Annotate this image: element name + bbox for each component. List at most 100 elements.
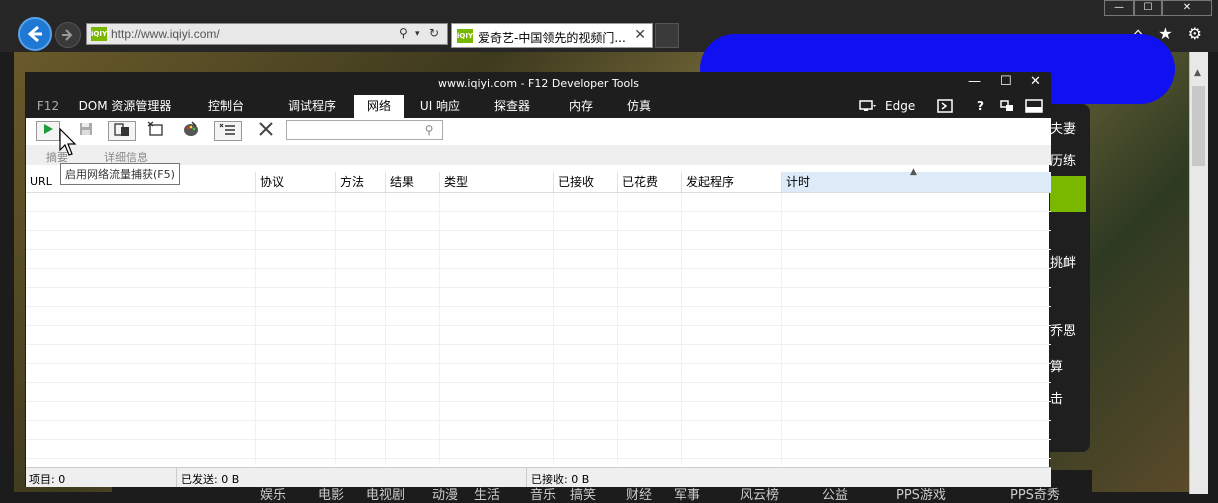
- start-capture-button[interactable]: [36, 121, 60, 141]
- forward-arrow-icon: [62, 29, 73, 41]
- page-side-text[interactable]: 挑衅: [1050, 252, 1076, 271]
- tab-network[interactable]: 网络: [354, 95, 404, 118]
- search-icon[interactable]: ⚲: [399, 26, 408, 40]
- page-side-text[interactable]: 夫妻: [1050, 118, 1076, 137]
- grid-row-divider: [26, 306, 1051, 307]
- page-right-panel: 夫妻 历练 挑衅 乔恩 算 击: [1050, 104, 1090, 452]
- network-grid-body: [26, 193, 1051, 465]
- dock-icon[interactable]: [1025, 99, 1043, 116]
- address-bar[interactable]: iQIYI http://www.iqiyi.com/ ⚲ ▾ ↻: [86, 23, 448, 45]
- capture-tooltip: 启用网络流量捕获(F5): [60, 163, 180, 185]
- page-side-highlight: [1050, 176, 1086, 212]
- back-arrow-icon: [27, 25, 42, 43]
- grid-row-divider: [26, 249, 1051, 250]
- mouse-cursor-icon: [59, 128, 77, 156]
- page-side-text[interactable]: 乔恩: [1050, 320, 1076, 339]
- clear-entries-icon: [147, 121, 163, 136]
- tab-profiler[interactable]: 探查器: [484, 95, 540, 118]
- grid-row-divider: [26, 287, 1051, 288]
- tab-f12[interactable]: F12: [30, 95, 66, 118]
- address-url[interactable]: http://www.iqiyi.com/: [111, 27, 220, 41]
- grid-column-divider: [617, 193, 618, 465]
- column-type[interactable]: 类型: [439, 172, 553, 192]
- help-icon[interactable]: ?: [977, 99, 984, 113]
- site-favicon: iQIYI: [91, 27, 110, 41]
- grid-row-divider: [26, 344, 1051, 345]
- clear-session-button[interactable]: [254, 121, 278, 141]
- grid-row-divider: [26, 230, 1051, 231]
- tab-console[interactable]: 控制台: [194, 95, 258, 118]
- minimize-button[interactable]: —: [1104, 0, 1134, 16]
- play-icon: [44, 124, 53, 134]
- devtools-minimize-button[interactable]: —: [968, 74, 981, 89]
- new-tab-button[interactable]: [655, 23, 679, 48]
- dropdown-icon[interactable]: ▾: [415, 29, 420, 39]
- emulation-mode[interactable]: Edge: [885, 99, 915, 113]
- status-items: 项目: 0: [29, 473, 66, 486]
- column-received[interactable]: 已接收: [553, 172, 617, 192]
- forward-button[interactable]: [55, 22, 81, 48]
- console-icon[interactable]: [937, 99, 953, 116]
- grid-row-divider: [26, 325, 1051, 326]
- grid-row-divider: [26, 401, 1051, 402]
- tab-dom-explorer[interactable]: DOM 资源管理器: [70, 95, 180, 118]
- grid-column-divider: [439, 193, 440, 465]
- column-taken[interactable]: 已花费: [617, 172, 681, 192]
- network-statusbar: 项目: 0 已发送: 0 B 已接收: 0 B: [26, 467, 1051, 487]
- search-icon: ⚲: [424, 123, 434, 137]
- grid-column-divider: [553, 193, 554, 465]
- clear-on-navigate-button[interactable]: [144, 121, 168, 141]
- palette-icon: [184, 121, 198, 136]
- status-separator: [176, 468, 177, 487]
- column-protocol[interactable]: 协议: [255, 172, 335, 192]
- grid-row-divider: [26, 439, 1051, 440]
- grid-column-divider: [255, 193, 256, 465]
- tab-title: 爱奇艺-中国领先的视频门...: [478, 31, 626, 45]
- page-scrollbar[interactable]: ▲: [1189, 52, 1208, 494]
- column-result[interactable]: 结果: [385, 172, 439, 192]
- refresh-icon[interactable]: ↻: [429, 26, 439, 40]
- grid-column-divider: [781, 193, 782, 465]
- network-toolbar: ⚲: [26, 118, 1051, 145]
- settings-gear-icon[interactable]: ⚙: [1188, 24, 1202, 43]
- back-button[interactable]: [18, 17, 52, 51]
- page-side-text[interactable]: 击: [1050, 388, 1063, 407]
- status-separator: [526, 468, 527, 487]
- grid-row-divider: [26, 211, 1051, 212]
- clear-cache-button[interactable]: [179, 121, 203, 141]
- undock-icon[interactable]: [999, 99, 1015, 116]
- devtools-title: www.iqiyi.com - F12 Developer Tools: [437, 77, 640, 90]
- scroll-thumb[interactable]: [1192, 86, 1205, 166]
- page-side-text[interactable]: 历练: [1050, 150, 1076, 169]
- status-received: 已接收: 0 B: [531, 473, 590, 486]
- grid-column-divider: [681, 193, 682, 465]
- import-icon: [114, 123, 129, 136]
- tab-ui-responsiveness[interactable]: UI 响应: [414, 95, 466, 118]
- tab-memory[interactable]: 内存: [556, 95, 606, 118]
- always-refresh-button[interactable]: [214, 121, 242, 141]
- grid-column-divider: [335, 193, 336, 465]
- browser-tab[interactable]: iQIYI 爱奇艺-中国领先的视频门... ✕: [451, 23, 653, 48]
- close-button[interactable]: ✕: [1162, 0, 1212, 16]
- tab-favicon: iQIYI: [457, 29, 476, 43]
- list-clear-icon: [219, 123, 235, 135]
- grid-row-divider: [26, 420, 1051, 421]
- import-button[interactable]: [108, 121, 136, 141]
- column-method[interactable]: 方法: [335, 172, 385, 192]
- devtools-close-button[interactable]: ✕: [1030, 74, 1041, 89]
- tab-emulation[interactable]: 仿真: [616, 95, 662, 118]
- tab-close-icon[interactable]: ✕: [634, 27, 646, 43]
- devtools-titlebar[interactable]: www.iqiyi.com - F12 Developer Tools — ☐ …: [26, 73, 1051, 95]
- devtools-maximize-button[interactable]: ☐: [1000, 74, 1012, 89]
- column-initiator[interactable]: 发起程序: [681, 172, 781, 192]
- maximize-button[interactable]: ☐: [1134, 0, 1162, 16]
- screen-target-icon[interactable]: [859, 99, 877, 116]
- filter-search-button[interactable]: ⚲: [416, 120, 443, 140]
- close-x-icon: [259, 122, 273, 136]
- devtools-right-tools: Edge ?: [851, 95, 1051, 118]
- grid-column-divider: [385, 193, 386, 465]
- tab-debugger[interactable]: 调试程序: [276, 95, 348, 118]
- grid-row-divider: [26, 382, 1051, 383]
- page-side-text[interactable]: 算: [1050, 356, 1063, 375]
- scroll-up-icon[interactable]: ▲: [1194, 68, 1201, 78]
